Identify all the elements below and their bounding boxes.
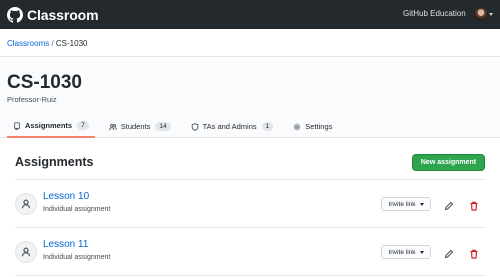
breadcrumb: Classrooms / CS-1030 [7,39,87,48]
tab-bar: Assignments 7 Students 14 TAs and Admins… [7,115,346,138]
pencil-icon [444,201,454,211]
trash-icon [470,249,478,259]
delete-assignment-button[interactable] [469,246,481,259]
invite-link-dropdown[interactable]: Invite link [381,245,431,259]
repo-icon [14,121,20,130]
tab-assignments[interactable]: Assignments 7 [7,115,95,138]
invite-link-dropdown[interactable]: Invite link [381,197,431,211]
tab-count-badge: 7 [77,121,89,130]
assignment-type: Individual assignment [43,254,111,261]
assignment-row: Lesson 10 Individual assignment Invite l… [15,190,485,224]
user-avatar[interactable] [475,8,487,20]
top-navbar: Classroom GitHub Education [0,0,500,29]
github-education-link[interactable]: GitHub Education [403,9,466,18]
breadcrumb-current: CS-1030 [55,39,88,48]
people-icon [108,123,117,130]
tab-label: TAs and Admins [202,122,257,131]
invite-link-label: Invite link [388,248,416,256]
person-icon [21,199,31,209]
chevron-down-icon [419,250,424,254]
assignments-heading: Assignments [15,155,94,169]
invite-link-label: Invite link [388,200,416,208]
breadcrumb-classrooms-link[interactable]: Classrooms [7,39,49,48]
divider [15,227,485,228]
tab-tas-and-admins[interactable]: TAs and Admins 1 [185,115,280,138]
tab-students[interactable]: Students 14 [103,115,177,138]
breadcrumb-separator: / [49,39,56,48]
github-logo-icon [7,6,23,23]
tab-count-badge: 14 [155,122,171,131]
chevron-down-icon [419,202,424,206]
brand-name: Classroom [27,6,99,23]
new-assignment-button[interactable]: New assignment [412,154,485,171]
shield-icon [191,122,198,131]
assignment-title-link[interactable]: Lesson 10 [43,191,89,202]
divider [15,179,485,180]
assignment-row: Lesson 11 Individual assignment Invite l… [15,238,485,272]
classroom-header: CS-1030 Professor-Ruiz Assignments 7 Stu… [0,58,500,138]
chevron-down-icon[interactable] [489,13,493,16]
classroom-home-link[interactable]: Classroom [7,6,99,23]
breadcrumb-bar: Classrooms / CS-1030 [0,29,500,57]
divider [15,275,485,276]
edit-assignment-button[interactable] [444,198,456,211]
person-icon [21,247,31,257]
tab-label: Students [120,122,151,131]
classroom-owner: Professor-Ruiz [7,95,57,104]
tab-label: Assignments [25,121,73,130]
tab-count-badge: 1 [261,122,274,131]
tab-settings[interactable]: Settings [287,115,338,138]
assignment-avatar [15,193,37,215]
page-title: CS-1030 [7,72,82,93]
tab-label: Settings [305,122,333,131]
assignment-avatar [15,241,37,263]
trash-icon [470,201,478,211]
gear-icon [293,123,301,130]
pencil-icon [444,249,454,259]
assignment-type: Individual assignment [43,206,111,213]
delete-assignment-button[interactable] [469,198,481,211]
edit-assignment-button[interactable] [444,246,456,259]
assignment-title-link[interactable]: Lesson 11 [43,239,88,250]
